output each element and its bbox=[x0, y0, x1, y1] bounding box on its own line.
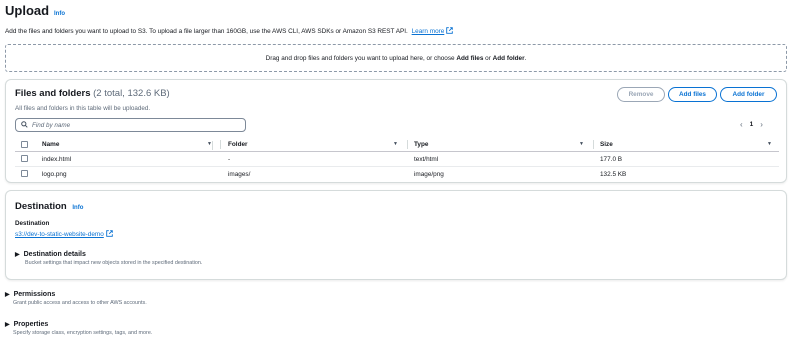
permissions-expander[interactable]: ▶ Permissions Grant public access and ac… bbox=[5, 291, 147, 306]
destination-title: Destination Info bbox=[15, 201, 83, 212]
column-name-label: Name bbox=[42, 141, 60, 148]
destination-details-expander[interactable]: ▶ Destination details Bucket settings th… bbox=[15, 251, 202, 266]
column-divider bbox=[407, 140, 408, 149]
destination-panel: Destination Info Destination s3://dev-to… bbox=[5, 190, 787, 280]
cell-name: index.html bbox=[42, 156, 72, 163]
dropzone-period: . bbox=[524, 54, 527, 62]
page-title: Upload bbox=[5, 3, 50, 18]
destination-details-subtitle: Bucket settings that impact new objects … bbox=[25, 260, 203, 266]
cell-type: image/png bbox=[414, 171, 444, 178]
files-and-folders-panel: Files and folders (2 total, 132.6 KB) Al… bbox=[5, 79, 787, 183]
search-input[interactable] bbox=[32, 121, 232, 129]
row-checkbox[interactable] bbox=[21, 155, 28, 162]
learn-more-label: Learn more bbox=[411, 28, 445, 35]
select-all-checkbox[interactable] bbox=[21, 141, 28, 148]
external-link-icon[interactable] bbox=[105, 230, 113, 238]
add-files-button[interactable]: Add files bbox=[668, 87, 717, 102]
cell-type: text/html bbox=[414, 156, 439, 163]
dropzone-or: or bbox=[485, 54, 491, 62]
dropzone-text: Drag and drop files and folders you want… bbox=[265, 54, 455, 62]
destination-label: Destination bbox=[15, 220, 50, 227]
column-size-label: Size bbox=[600, 141, 613, 148]
caret-down-icon: ▼ bbox=[393, 141, 398, 147]
properties-subtitle: Specify storage class, encryption settin… bbox=[13, 330, 153, 336]
properties-expander[interactable]: ▶ Properties Specify storage class, encr… bbox=[5, 321, 152, 336]
destination-link-row: s3://dev-to-static-website-demo bbox=[15, 230, 113, 238]
destination-link[interactable]: s3://dev-to-static-website-demo bbox=[15, 231, 104, 238]
caret-down-icon: ▼ bbox=[207, 141, 212, 147]
pagination: ‹ 1 › bbox=[740, 120, 763, 129]
dropzone-add-files: Add files bbox=[456, 54, 484, 62]
properties-header[interactable]: ▶ Properties bbox=[5, 321, 152, 328]
permissions-title: Permissions bbox=[13, 291, 56, 298]
table-row[interactable]: index.html - text/html 177.0 B bbox=[15, 152, 779, 167]
properties-title: Properties bbox=[13, 321, 49, 328]
column-divider bbox=[212, 141, 213, 150]
cell-name: logo.png bbox=[42, 171, 67, 178]
dropzone-add-folder: Add folder bbox=[492, 54, 525, 62]
column-divider bbox=[220, 140, 221, 149]
cell-folder: images/ bbox=[228, 171, 251, 178]
add-folder-button[interactable]: Add folder bbox=[720, 87, 777, 102]
column-divider bbox=[593, 140, 594, 149]
search-icon bbox=[21, 120, 28, 130]
permissions-subtitle: Grant public access and access to other … bbox=[13, 300, 147, 306]
cell-size: 132.5 KB bbox=[600, 171, 627, 178]
table-row[interactable]: logo.png images/ image/png 132.5 KB bbox=[15, 167, 779, 182]
column-type-label: Type bbox=[414, 141, 429, 148]
column-header-folder[interactable]: Folder bbox=[228, 141, 248, 148]
external-link-icon[interactable] bbox=[446, 27, 453, 35]
column-folder-label: Folder bbox=[228, 141, 248, 148]
search-field[interactable] bbox=[15, 118, 246, 132]
column-header-name[interactable]: Name bbox=[42, 141, 59, 148]
files-panel-title: Files and folders (2 total, 132.6 KB) bbox=[15, 88, 170, 99]
description-text: Add the files and folders you want to up… bbox=[5, 28, 408, 35]
next-page-icon[interactable]: › bbox=[760, 120, 763, 129]
learn-more-link[interactable]: Learn more bbox=[412, 28, 445, 35]
files-count: (2 total, 132.6 KB) bbox=[93, 88, 170, 99]
remove-button[interactable]: Remove bbox=[617, 87, 665, 102]
column-header-type[interactable]: Type bbox=[414, 141, 428, 148]
table-header: Name ▼ Folder ▼ Type ▼ Size ▼ bbox=[15, 139, 779, 152]
caret-right-icon: ▶ bbox=[15, 252, 20, 258]
destination-details-header[interactable]: ▶ Destination details bbox=[15, 251, 202, 258]
permissions-header[interactable]: ▶ Permissions bbox=[5, 291, 147, 298]
cell-size: 177.0 B bbox=[600, 156, 623, 163]
previous-page-icon[interactable]: ‹ bbox=[740, 120, 743, 129]
info-link[interactable]: Info bbox=[54, 11, 65, 17]
column-header-size[interactable]: Size bbox=[600, 141, 613, 148]
files-title-text: Files and folders bbox=[15, 88, 91, 99]
caret-right-icon: ▶ bbox=[5, 292, 10, 298]
current-page[interactable]: 1 bbox=[750, 121, 754, 128]
destination-info-link[interactable]: Info bbox=[72, 205, 83, 211]
row-checkbox[interactable] bbox=[21, 170, 28, 177]
caret-right-icon: ▶ bbox=[5, 322, 10, 328]
page-header: Upload Info bbox=[5, 3, 65, 18]
caret-down-icon: ▼ bbox=[579, 141, 584, 147]
destination-title-text: Destination bbox=[15, 201, 67, 212]
caret-down-icon: ▼ bbox=[767, 141, 772, 147]
cell-folder: - bbox=[228, 156, 231, 163]
drop-zone[interactable]: Drag and drop files and folders you want… bbox=[5, 44, 787, 72]
files-subtitle: All files and folders in this table will… bbox=[15, 105, 151, 112]
destination-details-title: Destination details bbox=[23, 251, 86, 258]
page-description: Add the files and folders you want to up… bbox=[5, 27, 453, 35]
